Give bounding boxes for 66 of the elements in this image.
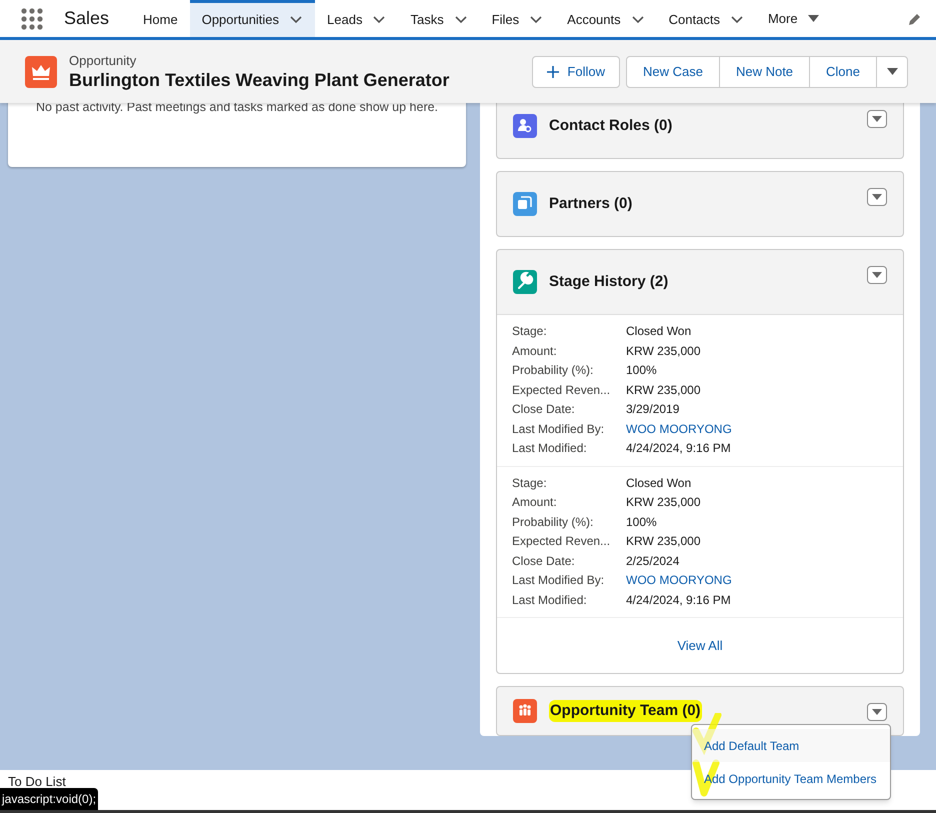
caret-down-icon [872, 272, 882, 278]
caret-down-icon [808, 15, 819, 22]
field-label: Probability (%): [512, 362, 594, 379]
field-label: Last Modified: [512, 440, 588, 457]
nav-tab[interactable]: Leads [315, 0, 398, 37]
pencil-icon[interactable] [908, 12, 922, 26]
caret-down-icon [886, 68, 898, 75]
related-list-title: Contact Roles (0) [549, 116, 672, 136]
field-label: Amount: [512, 342, 558, 360]
app-name: Sales [64, 7, 110, 30]
field-label: Last Modified By: [512, 572, 606, 589]
related-list-title: Partners (0) [549, 194, 632, 214]
related-list-title: Stage History (2) [549, 272, 668, 292]
menu-item[interactable]: Add Default Team [692, 729, 890, 762]
nav-tab[interactable]: Files [480, 0, 556, 37]
empty-activity-message: No past activity. Past meetings and tasks marked as done show up here. [36, 99, 438, 116]
dropdown-button[interactable] [867, 266, 887, 284]
field-label: Close Date: [512, 401, 576, 418]
app-launcher-icon[interactable] [21, 8, 43, 30]
nav-tab[interactable]: Home [131, 0, 190, 37]
caret-down-icon [872, 709, 882, 715]
field-value: 4/24/2024, 9:16 PM [626, 592, 731, 608]
field-value: KRW 235,000 [626, 533, 700, 550]
crown-icon [25, 56, 57, 88]
object-type: Opportunity [69, 52, 138, 68]
field-value: KRW 235,000 [626, 342, 700, 360]
dropdown-button[interactable] [867, 110, 887, 128]
nav-tab[interactable]: Contacts [656, 0, 756, 37]
field-value: Closed Won [626, 323, 692, 340]
field-label: Amount: [512, 494, 558, 511]
nav-tab[interactable]: Tasks [398, 0, 480, 37]
more-button[interactable]: More [756, 8, 831, 28]
status-tooltip: javascript:void(0); [0, 788, 98, 810]
record-title: Burlington Textiles Weaving Plant Generator [69, 68, 450, 90]
field-value: KRW 235,000 [626, 494, 700, 511]
dropdown-button[interactable] [867, 703, 887, 721]
field-label: Stage: [512, 323, 548, 340]
field-label: Expected Reven... [512, 382, 612, 398]
follow-button[interactable]: Follow [532, 56, 620, 88]
field-value: 3/29/2019 [626, 401, 680, 418]
user-link[interactable]: WOO MOORYONG [626, 571, 732, 590]
field-label: Stage: [512, 474, 548, 492]
field-value: 100% [626, 514, 657, 530]
related-list-title: Opportunity Team (0) [549, 700, 702, 722]
action-button[interactable]: New Case [626, 56, 720, 86]
field-label: Last Modified By: [512, 420, 606, 438]
user-link[interactable]: WOO MOORYONG [626, 420, 732, 439]
field-value: 4/24/2024, 9:16 PM [626, 440, 731, 457]
to-do-list-tab[interactable]: To Do List [8, 774, 66, 789]
field-label: Last Modified: [512, 592, 588, 608]
field-value: 100% [626, 362, 657, 379]
field-value: KRW 235,000 [626, 382, 700, 398]
field-label: Expected Reven... [512, 533, 612, 550]
dropdown-button[interactable] [867, 188, 887, 206]
caret-down-icon [872, 194, 882, 200]
nav-tab[interactable]: Accounts [555, 0, 657, 37]
plus-icon [547, 66, 560, 78]
field-value: Closed Won [626, 474, 692, 492]
caret-down-icon [872, 116, 882, 122]
nav-tab[interactable]: Opportunities [190, 0, 316, 37]
action-button[interactable]: Clone [810, 56, 877, 86]
field-value: 2/25/2024 [626, 552, 680, 570]
field-label: Probability (%): [512, 514, 594, 530]
view-all-link[interactable]: View All [677, 636, 723, 656]
action-button[interactable]: New Note [720, 56, 810, 86]
field-label: Close Date: [512, 552, 576, 570]
